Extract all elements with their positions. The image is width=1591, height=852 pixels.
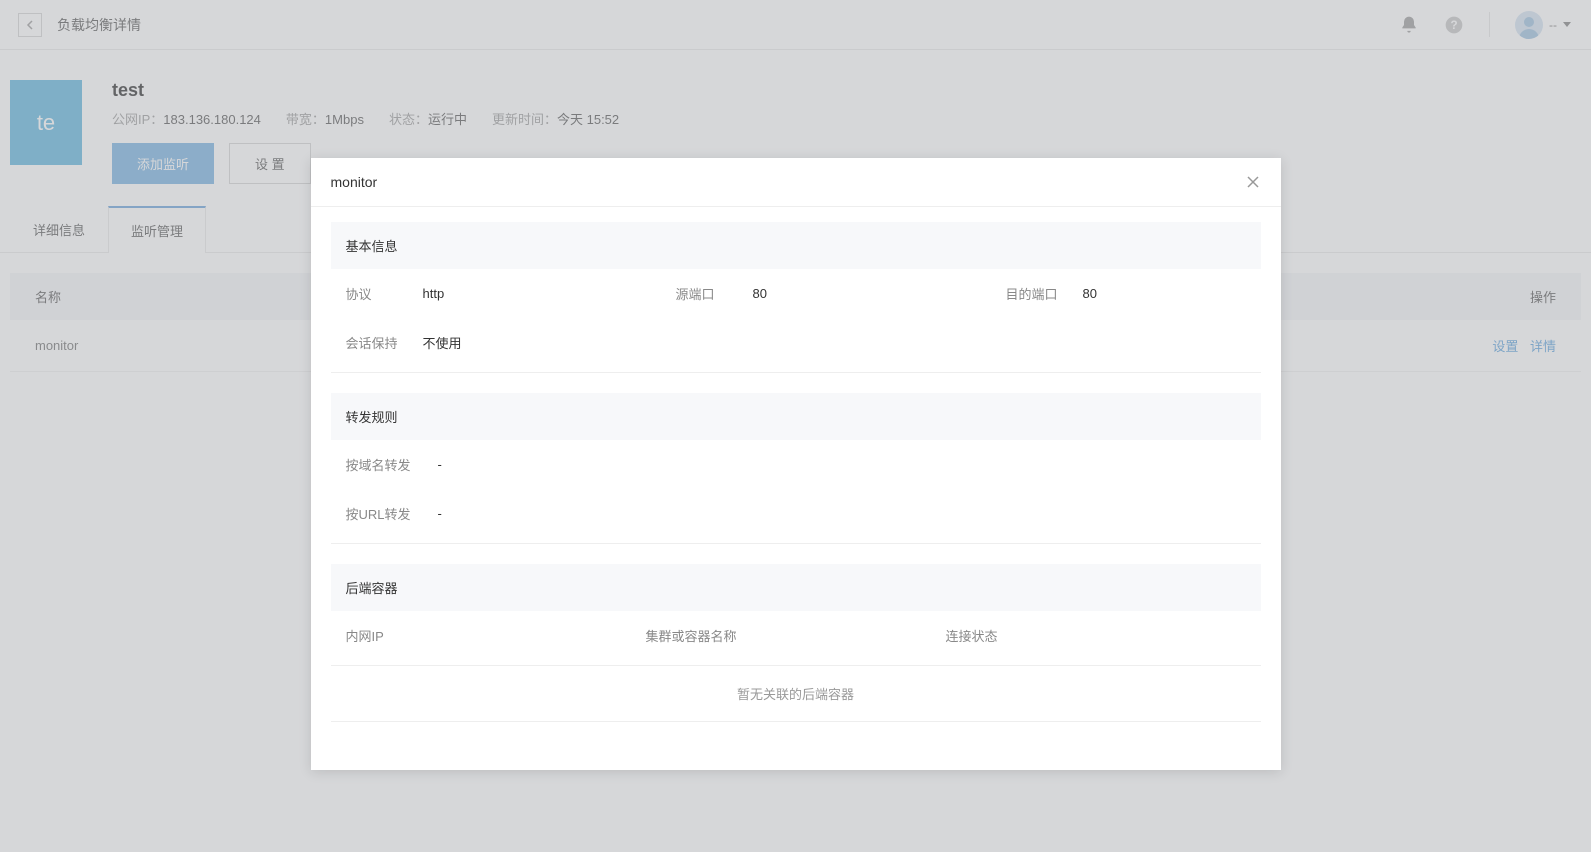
basic-row-2: 会话保持 不使用	[331, 318, 1261, 367]
backend-col-cluster: 集群或容器名称	[646, 626, 946, 645]
backend-col-ip: 内网IP	[346, 626, 646, 645]
protocol-label: 协议	[346, 284, 401, 303]
url-fwd-label: 按URL转发	[346, 504, 416, 523]
protocol-value: http	[423, 286, 445, 301]
session-value: 不使用	[423, 333, 462, 352]
section-basic-title: 基本信息	[331, 222, 1261, 269]
modal: monitor 基本信息 协议 http 源端口 80 目的端口 80	[311, 158, 1281, 770]
modal-body: 基本信息 协议 http 源端口 80 目的端口 80 会话保持 不使用	[311, 207, 1281, 752]
src-port-value: 80	[753, 286, 767, 301]
rules-row-2: 按URL转发 -	[331, 489, 1261, 538]
rules-row-1: 按域名转发 -	[331, 440, 1261, 489]
modal-overlay[interactable]: monitor 基本信息 协议 http 源端口 80 目的端口 80	[0, 0, 1591, 852]
divider	[331, 543, 1261, 544]
dst-port-value: 80	[1083, 286, 1097, 301]
dst-port-label: 目的端口	[1006, 284, 1061, 303]
section-backend-title: 后端容器	[331, 564, 1261, 611]
backend-col-status: 连接状态	[946, 626, 1246, 645]
domain-fwd-value: -	[438, 457, 442, 472]
modal-title: monitor	[331, 174, 378, 190]
backend-empty: 暂无关联的后端容器	[331, 665, 1261, 722]
close-button[interactable]	[1245, 174, 1261, 190]
url-fwd-value: -	[438, 506, 442, 521]
basic-row-1: 协议 http 源端口 80 目的端口 80	[331, 269, 1261, 318]
section-rules-title: 转发规则	[331, 393, 1261, 440]
close-icon	[1247, 176, 1259, 188]
backend-head: 内网IP 集群或容器名称 连接状态	[331, 611, 1261, 660]
divider	[331, 372, 1261, 373]
modal-header: monitor	[311, 158, 1281, 207]
domain-fwd-label: 按域名转发	[346, 455, 416, 474]
src-port-label: 源端口	[676, 284, 731, 303]
session-label: 会话保持	[346, 333, 401, 352]
